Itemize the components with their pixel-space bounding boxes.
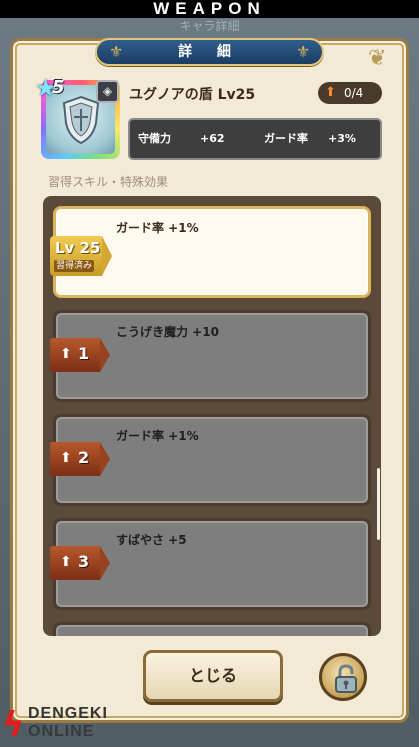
upgrade-counter-value: 0/4 — [344, 86, 364, 100]
defense-value: +62 — [200, 132, 225, 145]
emblem-icon: ◈ — [96, 80, 119, 103]
corner-swirl-icon: ❦ — [368, 46, 387, 71]
up-arrow-icon: ⬆ — [60, 554, 72, 570]
skill-text: すばやさ +5 — [116, 533, 187, 547]
watermark-line2: ONLINE — [28, 723, 95, 740]
badge-learned-status: 習得済み — [54, 260, 95, 272]
required-upgrade: 2 — [78, 448, 90, 467]
up-arrow-icon: ⬆ — [325, 85, 336, 100]
banner-title: WEAPON — [153, 0, 266, 18]
required-upgrade: 3 — [78, 552, 90, 571]
lock-button[interactable] — [319, 653, 367, 701]
rarity-badge: ★ 5 — [35, 76, 71, 102]
level-learned-badge: Lv 25 習得済み — [50, 236, 112, 276]
rarity-number: 5 — [52, 77, 65, 98]
up-arrow-icon: ⬆ — [60, 346, 72, 362]
lock-icon — [335, 664, 357, 693]
dialog-title-ribbon: 詳 細 — [95, 38, 324, 66]
skill-card-5-partial — [53, 622, 371, 636]
upgrade-counter: ⬆ 0/4 — [318, 82, 382, 104]
required-upgrade: 1 — [78, 344, 90, 363]
list-scrollbar[interactable] — [377, 468, 380, 540]
stats-box: 守備力 +62 ガード率 +3% — [128, 118, 382, 160]
upgrade-requirement-badge: ⬆ 3 — [50, 546, 110, 580]
up-arrow-icon: ⬆ — [60, 450, 72, 466]
fleur-ornament-left-icon: ⚜ — [109, 42, 124, 61]
top-banner: WEAPON — [0, 0, 419, 18]
watermark-line1: DENGEKI — [28, 705, 108, 722]
skill-text: ガード率 +1% — [116, 221, 199, 235]
skill-text: ガード率 +1% — [116, 429, 199, 443]
defense-label: 守備力 — [138, 132, 171, 145]
upgrade-requirement-badge: ⬆ 1 — [50, 338, 110, 372]
watermark-logo: ϟ DENGEKI ONLINE — [2, 705, 162, 747]
dialog-title: 詳 細 — [178, 44, 241, 60]
fleur-ornament-right-icon: ⚜ — [296, 42, 311, 61]
close-button[interactable]: とじる — [143, 650, 283, 702]
lightning-icon: ϟ — [2, 705, 25, 745]
skill-text: こうげき魔力 +10 — [116, 325, 219, 339]
background-title: キャラ詳細 — [179, 19, 240, 33]
guard-value: +3% — [328, 132, 356, 145]
badge-level: Lv 25 — [55, 239, 101, 257]
skills-header: 習得スキル・特殊効果 — [48, 175, 169, 189]
item-name: ユグノアの盾 Lv25 — [129, 87, 256, 103]
guard-label: ガード率 — [264, 132, 308, 145]
upgrade-requirement-badge: ⬆ 2 — [50, 442, 110, 476]
